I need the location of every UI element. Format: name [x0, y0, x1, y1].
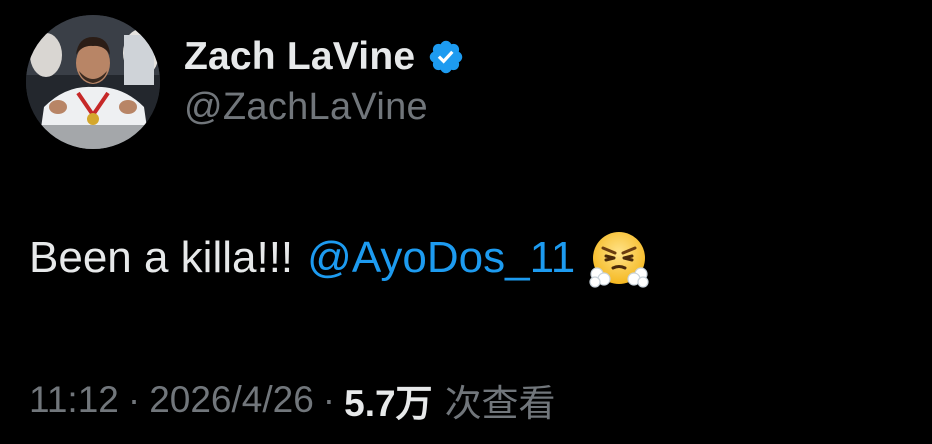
meta-separator: · [322, 379, 336, 420]
tweet-date[interactable]: 2026/4/26 [149, 379, 314, 421]
avatar-photo-icon [26, 15, 160, 149]
mention-link[interactable]: @AyoDos_11 [307, 233, 575, 283]
views-count[interactable]: 5.7万 [344, 373, 432, 427]
face-with-steam-from-nose-emoji-icon [589, 228, 649, 288]
tweet-body: Been a killa!!! @AyoDos_11 [29, 226, 649, 290]
tweet-time[interactable]: 11:12 [29, 379, 119, 421]
author-display-name[interactable]: Zach LaVine [184, 35, 415, 79]
author-handle[interactable]: @ZachLaVine [184, 86, 428, 129]
tweet-text: Been a killa!!! [29, 233, 294, 282]
meta-separator: · [127, 379, 141, 420]
tweet-card: Zach LaVine @ZachLaVine Been a killa!!! … [0, 0, 932, 444]
avatar[interactable] [26, 15, 160, 149]
views-label: 次查看 [444, 383, 556, 424]
tweet-meta: 11:12 · 2026/4/26 · 5.7万 次查看 [29, 372, 556, 428]
verified-badge-icon [427, 38, 465, 76]
author-name-row: Zach LaVine [184, 30, 465, 84]
